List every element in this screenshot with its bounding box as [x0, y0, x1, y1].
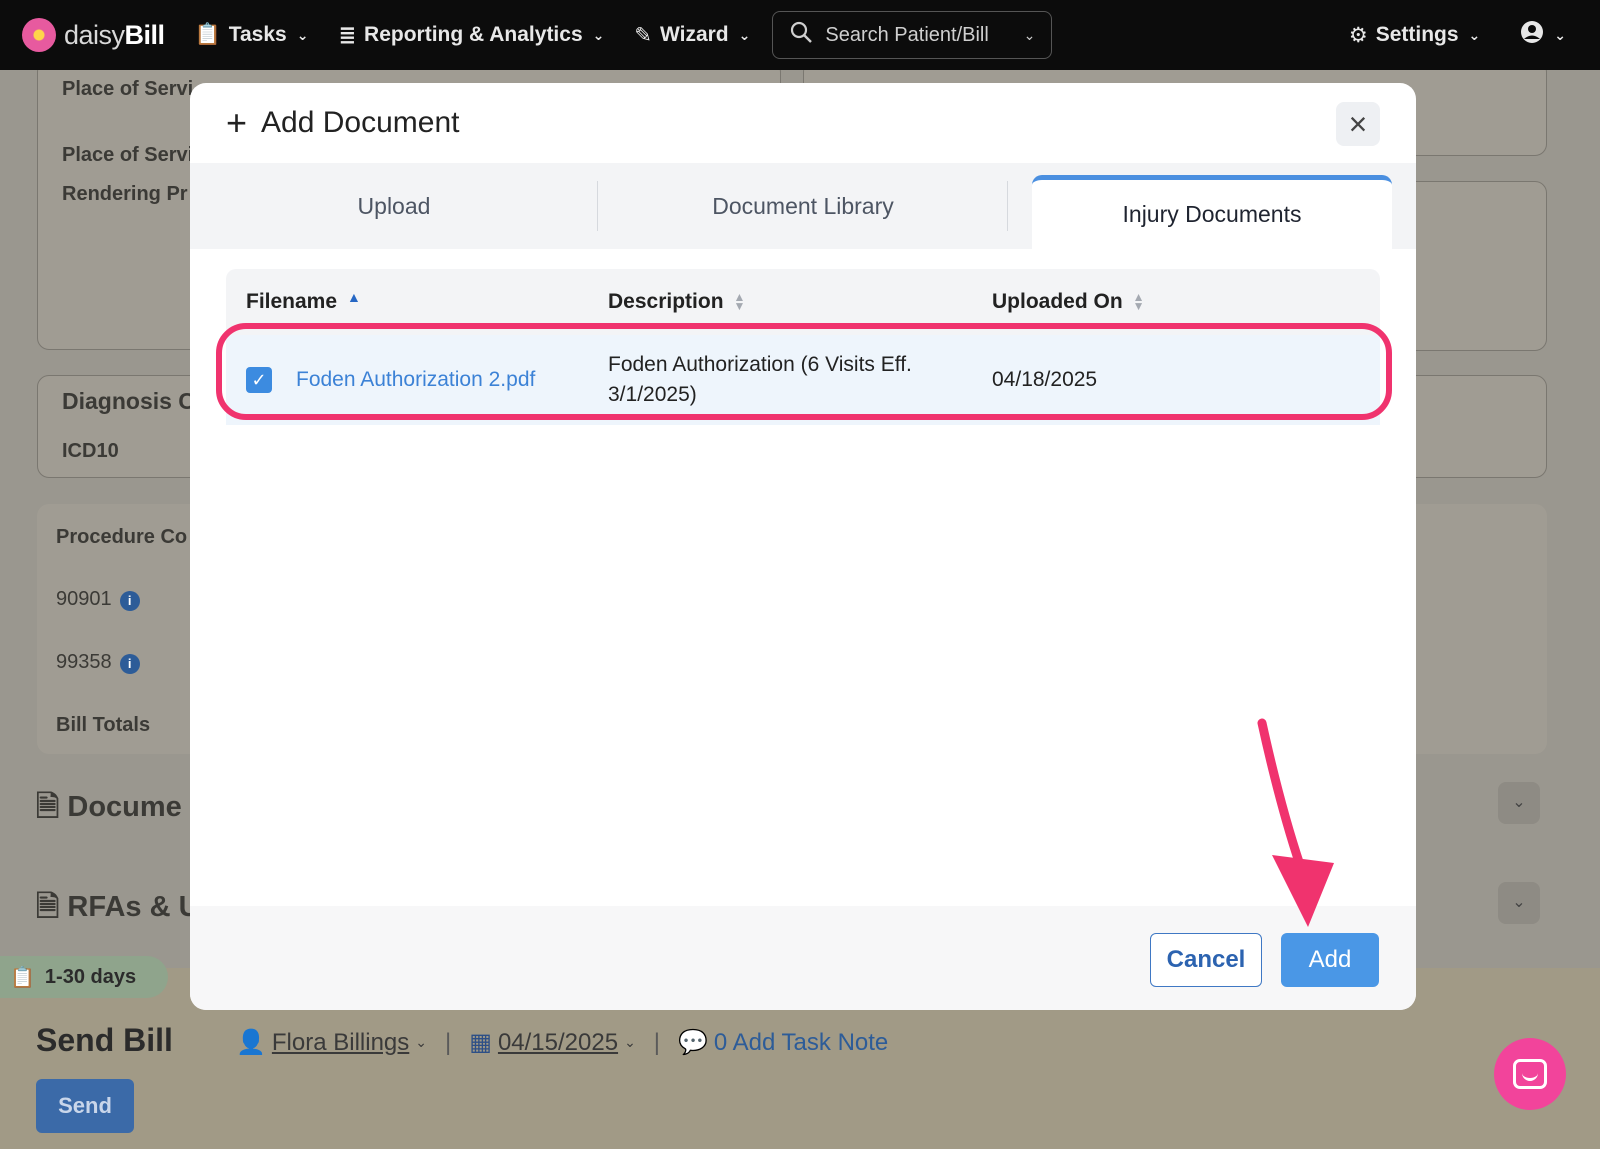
add-task-note-link[interactable]: 0 Add Task Note	[714, 1029, 888, 1057]
rendering-provider-label: Rendering Pr	[62, 183, 188, 205]
search-icon	[789, 20, 813, 50]
info-icon[interactable]: i	[119, 654, 140, 674]
documents-section-heading: 🗎 Docume	[36, 786, 182, 835]
sort-ascending-icon: ▲	[347, 289, 361, 305]
chat-launcher-button[interactable]	[1494, 1038, 1566, 1110]
user-menu[interactable]: ⌄	[1520, 20, 1566, 50]
chevron-down-icon: ⌄	[1023, 26, 1036, 43]
nav-tasks[interactable]: 📋 Tasks ⌄	[195, 23, 309, 47]
expand-rfas-button[interactable]: ⌄	[1498, 882, 1540, 924]
top-navigation: daisyBill 📋 Tasks ⌄ ≣ Reporting & Analyt…	[0, 0, 1600, 70]
modal-title-text: Add Document	[261, 106, 460, 139]
tab-injury-documents[interactable]: Injury Documents	[1032, 175, 1392, 249]
tab-upload-label: Upload	[357, 192, 431, 219]
nav-settings-label: Settings	[1375, 23, 1459, 46]
gear-icon: ⚙	[1348, 23, 1368, 47]
clipboard-check-icon: 📋	[10, 966, 35, 989]
close-button[interactable]: ×	[1336, 102, 1380, 146]
chevron-down-icon: ⌄	[415, 1034, 428, 1050]
icd10-label: ICD10	[62, 440, 119, 462]
column-filename[interactable]: Filename ▲	[226, 289, 608, 314]
calendar-icon: ▦	[469, 1029, 492, 1056]
chat-icon	[1513, 1059, 1547, 1089]
rfas-section-heading: 🗎 RFAs & U	[36, 886, 200, 935]
place-of-service-label: Place of Servi	[62, 78, 194, 100]
row-highlight-annotation	[216, 323, 1392, 420]
nav-wizard[interactable]: ✎ Wizard ⌄	[634, 23, 750, 48]
chevron-down-icon: ⌄	[624, 1034, 636, 1050]
assignee-dropdown[interactable]: Flora Billings	[272, 1029, 409, 1057]
chevron-down-icon: ⌄	[1468, 26, 1481, 43]
bar-chart-icon: ≣	[338, 23, 357, 47]
chevron-down-icon: ⌄	[1554, 26, 1566, 43]
chevron-down-icon: ⌄	[592, 26, 605, 43]
days-badge-label: 1-30 days	[44, 965, 137, 988]
send-bill-title: Send Bill	[36, 1022, 173, 1058]
rfas-heading-label: RFAs & U	[67, 891, 200, 923]
nav-wizard-label: Wizard	[659, 23, 729, 46]
pdf-icon: 🗎	[36, 791, 60, 823]
daisy-flower-icon	[22, 18, 56, 52]
magic-wand-icon: ✎	[634, 23, 652, 47]
annotation-arrow	[1257, 718, 1334, 927]
search-input[interactable]: Search Patient/Bill ⌄	[772, 11, 1053, 59]
sort-icon: ▲ ▼	[1132, 290, 1145, 313]
user-icon: 👤	[236, 1029, 266, 1056]
close-icon: ×	[1348, 106, 1368, 142]
modal-header: + Add Document ×	[190, 83, 1416, 163]
procedure-codes-heading: Procedure Co	[56, 526, 188, 548]
documents-heading-label: Docume	[67, 791, 182, 823]
clipboard-icon: 📋	[194, 23, 221, 46]
due-date-dropdown[interactable]: 04/15/2025	[498, 1029, 618, 1057]
divider: |	[653, 1028, 661, 1056]
column-description[interactable]: Description ▲ ▼	[608, 290, 992, 314]
nav-reporting-label: Reporting & Analytics	[364, 23, 583, 46]
comment-icon: 💬	[678, 1029, 708, 1056]
document-tabs: Upload Document Library Injury Documents	[190, 163, 1416, 249]
plus-icon: +	[226, 102, 248, 143]
diagnosis-codes-heading: Diagnosis C	[62, 388, 195, 414]
column-filename-label: Filename	[246, 290, 338, 313]
procedure-code: 90901	[56, 588, 112, 610]
procedure-code-row: 99358 i	[56, 651, 140, 674]
tab-upload[interactable]: Upload	[190, 163, 598, 249]
daisybill-logo[interactable]: daisyBill	[22, 18, 165, 52]
procedure-code: 99358	[56, 651, 112, 673]
search-placeholder: Search Patient/Bill	[825, 23, 989, 46]
brand-name: daisyBill	[64, 19, 165, 50]
procedure-code-row: 90901 i	[56, 588, 140, 611]
document-icon: 🗎	[36, 891, 60, 923]
cancel-button[interactable]: Cancel	[1150, 933, 1262, 987]
tab-injury-documents-label: Injury Documents	[1122, 201, 1302, 227]
days-badge: 📋 1-30 days	[0, 956, 168, 998]
tab-document-library-label: Document Library	[712, 192, 894, 219]
add-button[interactable]: Add	[1281, 933, 1379, 987]
info-icon[interactable]: i	[119, 591, 140, 611]
column-description-label: Description	[608, 290, 724, 313]
divider: |	[445, 1028, 452, 1056]
nav-reporting[interactable]: ≣ Reporting & Analytics ⌄	[338, 23, 604, 48]
task-meta: 👤 Flora Billings ⌄ | ▦ 04/15/2025 ⌄ | 💬 …	[236, 1028, 888, 1057]
nav-tasks-label: Tasks	[228, 23, 287, 46]
nav-settings[interactable]: ⚙ Settings ⌄	[1349, 23, 1480, 48]
send-button[interactable]: Send	[36, 1079, 134, 1133]
bill-totals-label: Bill Totals	[56, 714, 151, 736]
expand-documents-button[interactable]: ⌄	[1498, 782, 1540, 824]
tab-document-library[interactable]: Document Library	[598, 163, 1008, 249]
chevron-down-icon: ⌄	[738, 26, 751, 43]
place-of-service-label: Place of Servi	[62, 144, 194, 166]
column-uploaded-on[interactable]: Uploaded On ▲ ▼	[992, 290, 1145, 314]
chevron-down-icon: ⌄	[296, 26, 309, 43]
user-circle-icon	[1520, 20, 1544, 50]
column-uploaded-on-label: Uploaded On	[992, 290, 1123, 313]
modal-title: + Add Document	[226, 105, 459, 141]
sort-icon: ▲ ▼	[733, 290, 746, 313]
